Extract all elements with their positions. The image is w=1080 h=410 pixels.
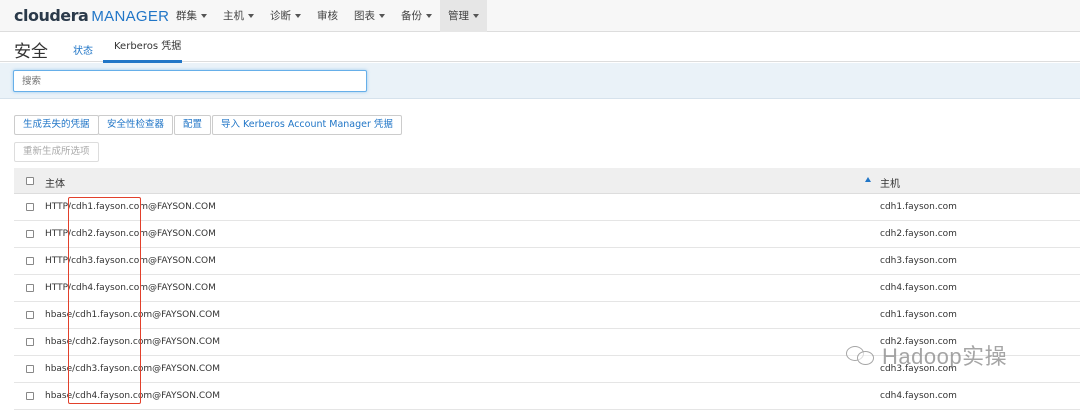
row-checkbox[interactable] xyxy=(26,257,34,265)
menu-label: 审核 xyxy=(317,10,338,22)
watermark-text: Hadoop实操 xyxy=(882,344,1008,369)
host-cell: cdh1.fayson.com xyxy=(880,310,957,320)
row-checkbox[interactable] xyxy=(26,284,34,292)
regenerate-selected-button[interactable]: 重新生成所选项 xyxy=(14,142,99,162)
cloudera-manager-logo[interactable]: cloudera MANAGER xyxy=(14,6,169,26)
menu-charts[interactable]: 图表 xyxy=(346,0,393,32)
row-checkbox[interactable] xyxy=(26,203,34,211)
column-header-host[interactable]: 主机 xyxy=(880,175,900,190)
wechat-icon xyxy=(846,342,876,368)
menu-label: 管理 xyxy=(448,10,469,22)
menu-label: 图表 xyxy=(354,10,375,22)
table-row[interactable]: HTTP/cdh4.fayson.com@FAYSON.COM cdh4.fay… xyxy=(14,275,1080,302)
top-navbar: cloudera MANAGER 群集 主机 诊断 审核 图表 备份 管理 xyxy=(0,0,1080,32)
logo-text-cloudera: cloudera xyxy=(14,6,89,25)
host-cell: cdh4.fayson.com xyxy=(880,283,957,293)
tab-kerberos-credentials[interactable]: Kerberos 凭据 xyxy=(103,32,192,62)
menu-audits[interactable]: 审核 xyxy=(309,0,346,32)
main-menu: 群集 主机 诊断 审核 图表 备份 管理 xyxy=(168,0,487,32)
table-row[interactable]: HTTP/cdh3.fayson.com@FAYSON.COM cdh3.fay… xyxy=(14,248,1080,275)
menu-hosts[interactable]: 主机 xyxy=(215,0,262,32)
row-checkbox[interactable] xyxy=(26,365,34,373)
sort-ascending-icon[interactable] xyxy=(865,177,871,182)
host-cell: cdh3.fayson.com xyxy=(880,256,957,266)
menu-administration[interactable]: 管理 xyxy=(440,0,487,32)
chevron-down-icon xyxy=(201,14,207,18)
chevron-down-icon xyxy=(473,14,479,18)
column-header-principal[interactable]: 主体 xyxy=(45,175,65,190)
menu-clusters[interactable]: 群集 xyxy=(168,0,215,32)
host-cell: cdh2.fayson.com xyxy=(880,229,957,239)
menu-label: 群集 xyxy=(176,10,197,22)
menu-diagnostics[interactable]: 诊断 xyxy=(262,0,309,32)
table-row[interactable]: hbase/cdh1.fayson.com@FAYSON.COM cdh1.fa… xyxy=(14,302,1080,329)
menu-label: 诊断 xyxy=(270,10,291,22)
import-kerberos-account-manager-button[interactable]: 导入 Kerberos Account Manager 凭据 xyxy=(212,115,402,135)
host-cell: cdh4.fayson.com xyxy=(880,391,957,401)
menu-label: 备份 xyxy=(401,10,422,22)
host-cell: cdh1.fayson.com xyxy=(880,202,957,212)
select-all-checkbox[interactable] xyxy=(26,177,34,185)
watermark: Hadoop实操 xyxy=(846,339,1007,371)
menu-label: 主机 xyxy=(223,10,244,22)
generate-missing-credentials-button[interactable]: 生成丢失的凭据 xyxy=(14,115,99,135)
page-title: 安全 xyxy=(14,42,48,62)
tab-status[interactable]: 状态 xyxy=(73,42,93,57)
chevron-down-icon xyxy=(248,14,254,18)
menu-backup[interactable]: 备份 xyxy=(393,0,440,32)
table-row[interactable]: HTTP/cdh2.fayson.com@FAYSON.COM cdh2.fay… xyxy=(14,221,1080,248)
row-checkbox[interactable] xyxy=(26,230,34,238)
chevron-down-icon xyxy=(426,14,432,18)
table-row[interactable]: hbase/cdh4.fayson.com@FAYSON.COM cdh4.fa… xyxy=(14,383,1080,410)
logo-text-manager: MANAGER xyxy=(91,8,170,25)
row-checkbox[interactable] xyxy=(26,338,34,346)
row-checkbox[interactable] xyxy=(26,392,34,400)
configure-button[interactable]: 配置 xyxy=(174,115,212,135)
chevron-down-icon xyxy=(295,14,301,18)
security-inspector-button[interactable]: 安全性检查器 xyxy=(98,115,174,135)
table-row[interactable]: HTTP/cdh1.fayson.com@FAYSON.COM cdh1.fay… xyxy=(14,194,1080,221)
table-header: 主体 主机 xyxy=(14,168,1080,194)
row-checkbox[interactable] xyxy=(26,311,34,319)
search-input[interactable] xyxy=(13,70,367,92)
annotation-highlight-box xyxy=(68,197,141,404)
chevron-down-icon xyxy=(379,14,385,18)
